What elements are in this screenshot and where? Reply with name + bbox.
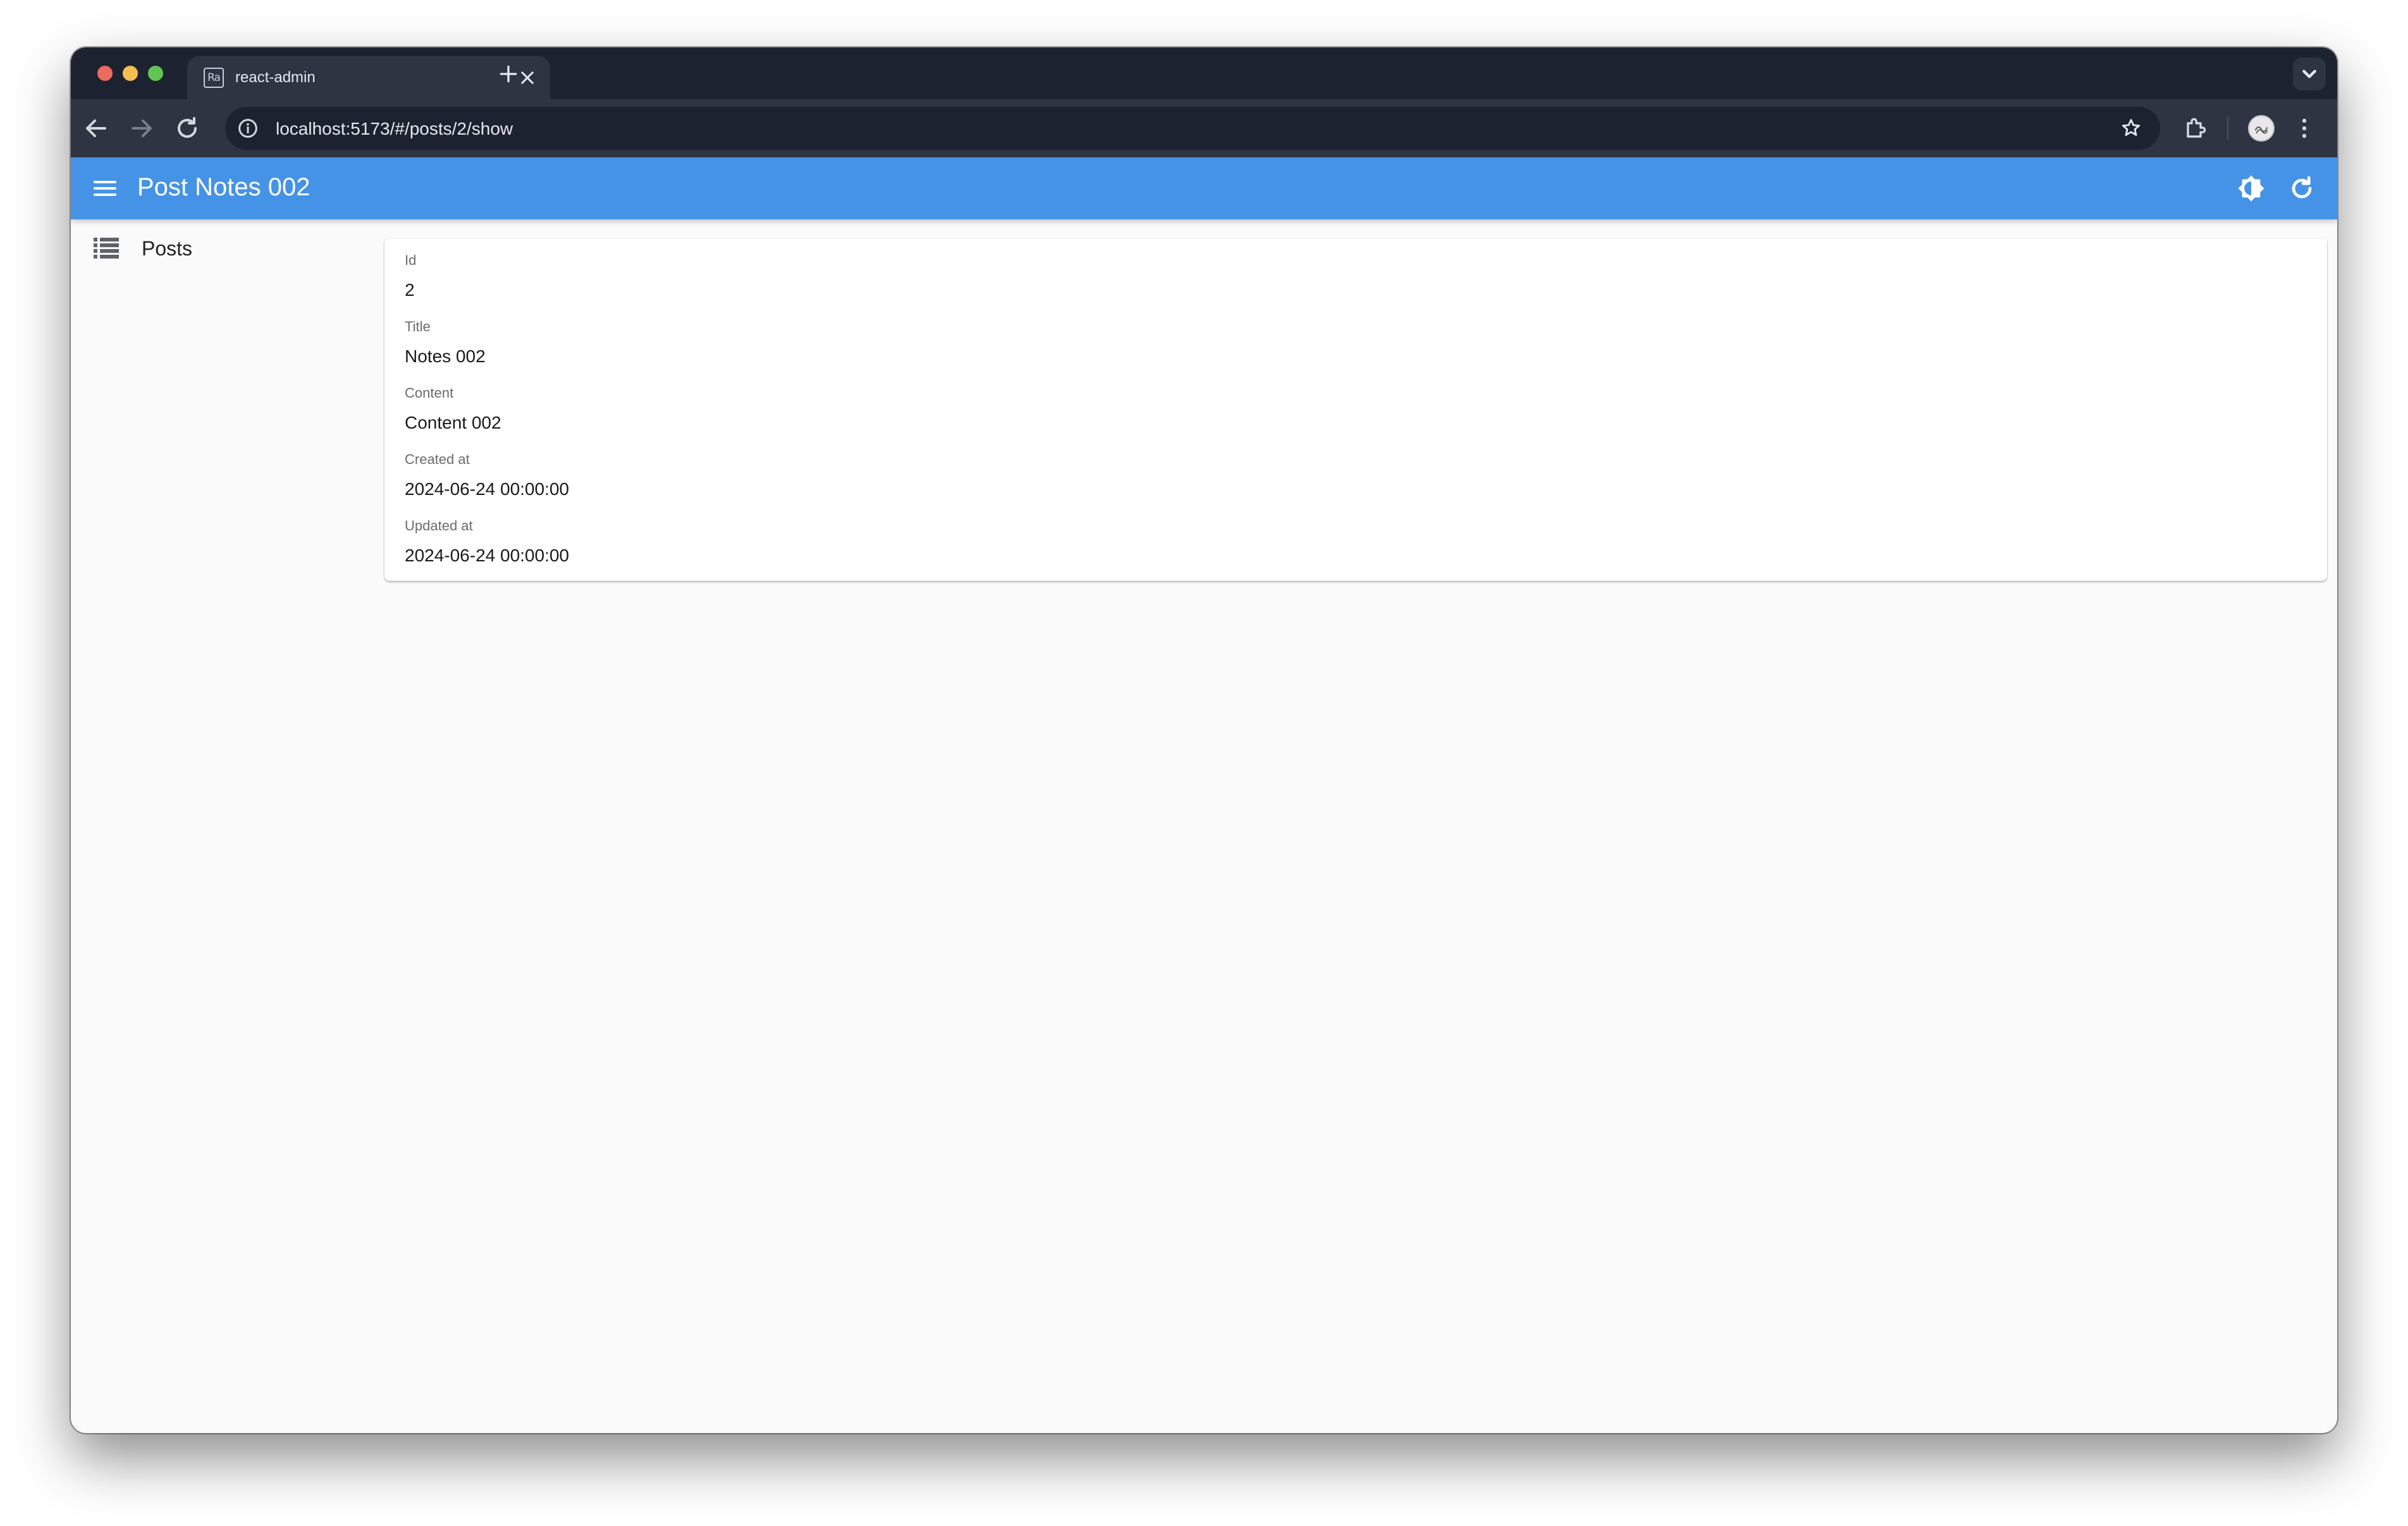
field-value: 2 <box>405 280 415 300</box>
site-info-icon[interactable] <box>235 116 261 141</box>
field-value: 2024-06-24 00:00:00 <box>405 546 569 565</box>
minimize-window-button[interactable] <box>123 66 138 81</box>
field-created-at: Created at 2024-06-24 00:00:00 <box>405 451 569 499</box>
address-bar[interactable]: localhost:5173/#/posts/2/show <box>225 107 2160 150</box>
tab-title: react-admin <box>235 69 316 86</box>
field-id: Id 2 <box>405 252 416 300</box>
page-title: Post Notes 002 <box>137 173 310 201</box>
field-value: Content 002 <box>405 413 501 432</box>
field-value: Notes 002 <box>405 346 486 366</box>
field-content: Content Content 002 <box>405 385 501 433</box>
maximize-window-button[interactable] <box>148 66 163 81</box>
sidebar: Posts <box>71 219 374 1433</box>
hamburger-menu-icon[interactable] <box>90 173 120 204</box>
refresh-icon[interactable] <box>2285 172 2318 205</box>
profile-avatar[interactable] <box>2248 115 2275 142</box>
field-title: Title Notes 002 <box>405 319 486 367</box>
browser-menu-icon[interactable] <box>2289 113 2319 143</box>
field-label: Created at <box>405 451 470 467</box>
forward-icon[interactable] <box>126 113 157 143</box>
profile-icon <box>2254 126 2268 134</box>
chevron-down-icon <box>2302 70 2316 78</box>
browser-window: Ra react-admin localhost:5173/#/posts/2/… <box>71 47 2337 1433</box>
tab-strip: Ra react-admin <box>71 47 2337 99</box>
field-label: Title <box>405 319 431 334</box>
field-label: Updated at <box>405 518 473 534</box>
sidebar-item-posts[interactable]: Posts <box>71 226 374 270</box>
url-text[interactable]: localhost:5173/#/posts/2/show <box>276 119 513 139</box>
bookmark-star-icon[interactable] <box>2118 116 2144 141</box>
favicon-icon: Ra <box>204 68 224 88</box>
field-value: 2024-06-24 00:00:00 <box>405 479 569 499</box>
browser-toolbar: localhost:5173/#/posts/2/show <box>71 99 2337 157</box>
extensions-icon[interactable] <box>2180 113 2211 143</box>
back-icon[interactable] <box>81 113 111 143</box>
tab-search-button[interactable] <box>2293 58 2326 90</box>
list-icon <box>94 238 119 259</box>
field-label: Content <box>405 385 454 401</box>
close-window-button[interactable] <box>97 66 113 81</box>
new-tab-icon[interactable] <box>496 61 521 87</box>
field-label: Id <box>405 252 417 268</box>
app-bar: Post Notes 002 <box>71 157 2337 219</box>
sidebar-item-label: Posts <box>142 237 193 260</box>
toolbar-divider <box>2227 117 2228 140</box>
theme-toggle-icon[interactable] <box>2235 172 2268 205</box>
field-updated-at: Updated at 2024-06-24 00:00:00 <box>405 518 569 566</box>
reload-icon[interactable] <box>172 113 202 143</box>
record-show-card: Id 2 Title Notes 002 Content Content 002… <box>384 238 2327 581</box>
